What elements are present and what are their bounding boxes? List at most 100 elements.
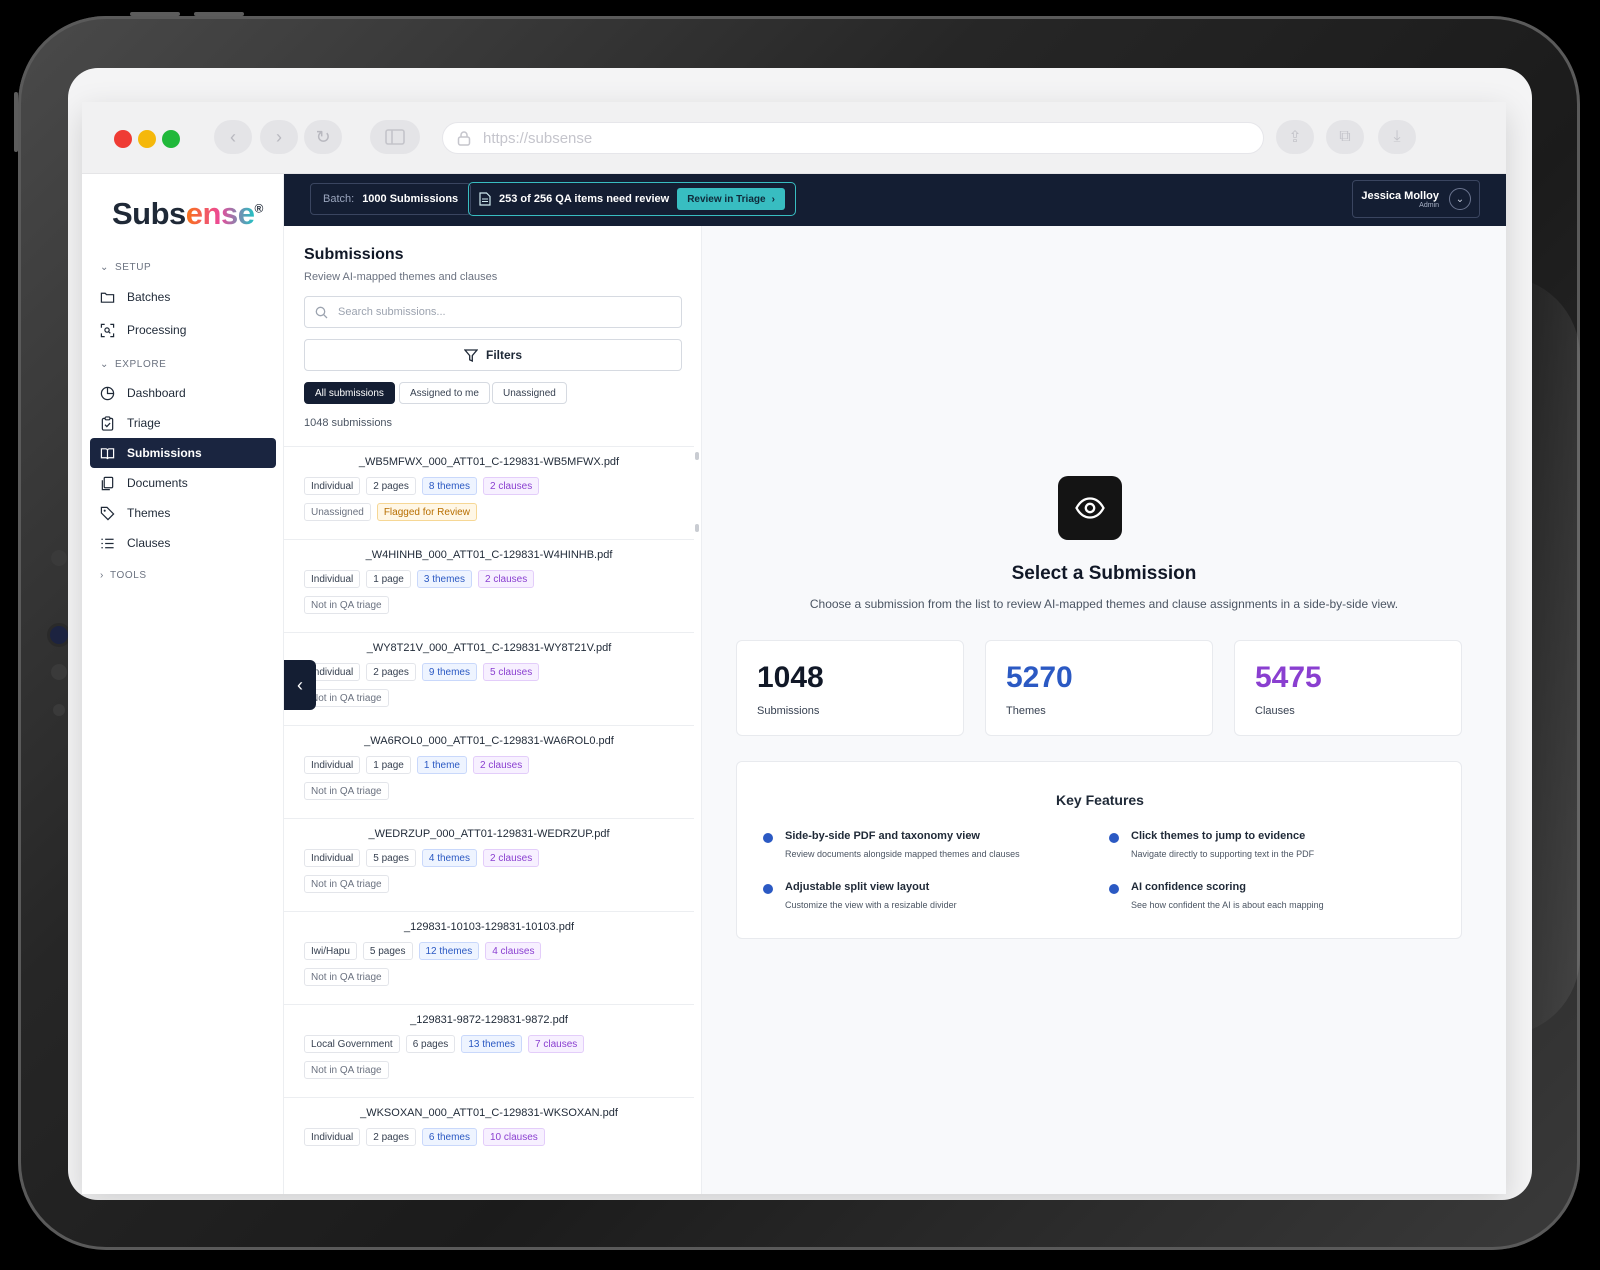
batch-selector[interactable]: Batch: 1000 Submissions [310, 183, 472, 215]
tab-unassigned[interactable]: Unassigned [492, 382, 567, 404]
submission-filename: _WY8T21V_000_ATT01_C-129831-WY8T21V.pdf [366, 642, 612, 654]
share-icon: ⇪ [1288, 129, 1302, 146]
submission-count: 1048 submissions [304, 417, 393, 429]
key-features-card: Key Features Side-by-side PDF and taxono… [736, 761, 1462, 939]
sidebar-toggle-button[interactable] [370, 120, 420, 154]
address-bar[interactable]: https://subsense [442, 122, 1264, 154]
app-logo[interactable]: Subsense® [112, 196, 263, 232]
table-row[interactable]: _WY8T21V_000_ATT01_C-129831-WY8T21V.pdf … [284, 632, 694, 725]
table-row[interactable]: _129831-9872-129831-9872.pdf Local Gover… [284, 1004, 694, 1097]
sidebar-item-themes[interactable]: Themes [90, 498, 276, 528]
chevron-left-icon: ‹ [297, 674, 303, 695]
table-row[interactable]: _W4HINHB_000_ATT01_C-129831-W4HINHB.pdf … [284, 539, 694, 632]
themes-badge: 4 themes [421, 849, 477, 867]
table-row[interactable]: _WB5MFWX_000_ATT01_C-129831-WB5MFWX.pdf … [284, 446, 694, 539]
back-button[interactable]: ‹ [214, 120, 252, 154]
themes-badge: 1 theme [416, 756, 467, 774]
filters-button[interactable]: Filters [304, 339, 682, 371]
type-badge: Individual [304, 477, 361, 495]
detail-panel: Select a Submission Choose a submission … [702, 226, 1506, 1194]
tab-all-submissions[interactable]: All submissions [304, 382, 395, 404]
list-icon [101, 538, 114, 548]
list-scrollbar[interactable] [695, 452, 699, 532]
pages-badge: 2 pages [366, 1128, 416, 1146]
close-window-button[interactable] [114, 130, 132, 148]
filter-icon [463, 348, 478, 362]
section-tools[interactable]: › TOOLS [100, 570, 147, 581]
sidebar-item-documents[interactable]: Documents [90, 468, 276, 498]
sidebar-item-processing[interactable]: Processing [90, 315, 276, 345]
search-input[interactable]: Search submissions... [304, 296, 682, 328]
submission-filename: _WB5MFWX_000_ATT01_C-129831-WB5MFWX.pdf [358, 456, 620, 468]
user-menu[interactable]: Jessica Molloy Admin ⌄ [1352, 180, 1480, 218]
share-button[interactable]: ⇪ [1276, 120, 1314, 154]
pages-badge: 2 pages [366, 477, 416, 495]
scan-icon [100, 323, 115, 337]
eye-icon [1058, 476, 1122, 540]
bullet-icon [1109, 884, 1119, 894]
reload-icon: ↻ [315, 126, 331, 147]
type-badge: Iwi/Hapu [304, 942, 357, 960]
clauses-badge: 2 clauses [483, 477, 540, 495]
pie-chart-icon [100, 386, 115, 400]
user-name: Jessica Molloy [1361, 189, 1439, 202]
clauses-badge: 4 clauses [485, 942, 542, 960]
tabs-button[interactable]: ⧉ [1326, 120, 1364, 154]
collapse-list-button[interactable]: ‹ [284, 660, 316, 710]
themes-badge: 12 themes [418, 942, 480, 960]
download-button[interactable]: ⤓ [1378, 120, 1416, 154]
qa-review-banner: 253 of 256 QA items need review Review i… [468, 182, 796, 216]
section-explore[interactable]: ⌄ EXPLORE [100, 359, 166, 370]
minimize-window-button[interactable] [138, 130, 156, 148]
table-row[interactable]: _WA6ROL0_000_ATT01_C-129831-WA6ROL0.pdf … [284, 725, 694, 818]
app-topbar: Batch: 1000 Submissions 253 of 256 QA it… [284, 174, 1506, 226]
top-button [130, 12, 180, 16]
submission-filename: _129831-9872-129831-9872.pdf [410, 1014, 568, 1026]
submission-filename: _W4HINHB_000_ATT01_C-129831-W4HINHB.pdf [365, 549, 613, 561]
submission-filename: _WKSOXAN_000_ATT01_C-129831-WKSOXAN.pdf [360, 1107, 618, 1119]
section-setup[interactable]: ⌄ SETUP [100, 262, 151, 273]
table-row[interactable]: _129831-10103-129831-10103.pdf Iwi/Hapu 5… [284, 911, 694, 1004]
chevron-down-icon: ⌄ [100, 359, 109, 370]
sidebar-item-dashboard[interactable]: Dashboard [90, 378, 276, 408]
pages-badge: 5 pages [366, 849, 416, 867]
document-icon [479, 192, 491, 206]
chevron-down-icon: ⌄ [1449, 188, 1471, 210]
status-badge: Not in QA triage [304, 1061, 389, 1079]
empty-state-subtitle: Choose a submission from the list to rev… [809, 597, 1399, 611]
type-badge: Local Government [304, 1035, 400, 1053]
bullet-icon [763, 833, 773, 843]
type-badge: Individual [304, 756, 361, 774]
maximize-window-button[interactable] [162, 130, 180, 148]
status-badge: Not in QA triage [304, 968, 389, 986]
reload-button[interactable]: ↻ [304, 120, 342, 154]
table-row[interactable]: _WEDRZUP_000_ATT01-129831-WEDRZUP.pdf In… [284, 818, 694, 911]
review-in-triage-button[interactable]: Review in Triage › [677, 188, 785, 210]
clauses-badge: 10 clauses [483, 1128, 545, 1146]
themes-badge: 13 themes [461, 1035, 523, 1053]
themes-badge: 8 themes [421, 477, 477, 495]
pages-badge: 5 pages [362, 942, 413, 960]
sidebar-item-submissions[interactable]: Submissions [90, 438, 276, 468]
tab-assigned-to-me[interactable]: Assigned to me [399, 382, 490, 404]
files-icon [101, 476, 114, 490]
volume-button [14, 92, 18, 152]
table-row[interactable]: _WKSOXAN_000_ATT01_C-129831-WKSOXAN.pdf … [284, 1097, 694, 1190]
stat-value: 5270 [1006, 661, 1073, 694]
forward-button[interactable]: › [260, 120, 298, 154]
top-button [194, 12, 244, 16]
status-badge: Unassigned [304, 503, 371, 521]
sidebar-item-clauses[interactable]: Clauses [90, 528, 276, 558]
tabs-icon: ⧉ [1339, 128, 1351, 145]
stat-label: Submissions [757, 705, 820, 717]
type-badge: Individual [304, 1128, 361, 1146]
themes-badge: 6 themes [421, 1128, 477, 1146]
page-subtitle: Review AI-mapped themes and clauses [304, 271, 498, 283]
pages-badge: 6 pages [405, 1035, 456, 1053]
chevron-right-icon: › [276, 126, 282, 147]
themes-badge: 3 themes [416, 570, 472, 588]
bullet-icon [1109, 833, 1119, 843]
submission-rows: _WB5MFWX_000_ATT01_C-129831-WB5MFWX.pdf … [284, 446, 694, 1190]
sidebar-item-batches[interactable]: Batches [90, 282, 276, 312]
sidebar-item-triage[interactable]: Triage [90, 408, 276, 438]
